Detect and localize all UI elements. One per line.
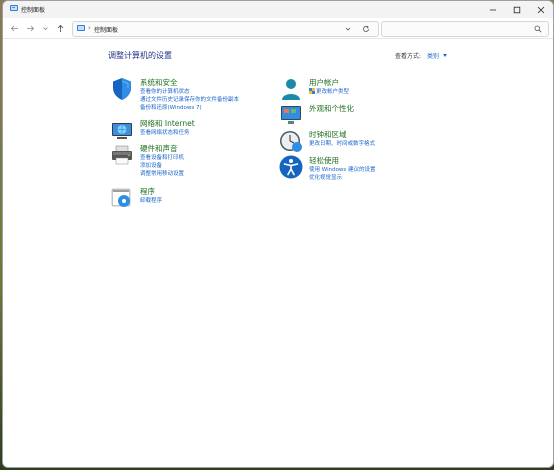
category-link[interactable]: 通过文件历史记录保存你的文件备份副本 [140, 95, 239, 103]
title-bar: 控制面板 [3, 1, 553, 18]
forward-button[interactable] [25, 23, 35, 33]
category-title[interactable]: 外观和个性化 [309, 103, 354, 114]
clock-icon[interactable] [279, 129, 303, 153]
monitor-icon[interactable] [279, 103, 303, 127]
search-icon [534, 25, 542, 33]
view-by-label: 查看方式: [395, 53, 422, 60]
arrow-left-icon [10, 25, 18, 31]
uac-shield-icon [309, 88, 315, 94]
category-link[interactable]: 更改帐户类型 [309, 87, 349, 95]
breadcrumb-separator: › [88, 24, 91, 32]
shield-icon[interactable] [110, 77, 134, 101]
refresh-icon[interactable] [362, 25, 370, 33]
page-title: 调整计算机的设置 [108, 51, 172, 60]
search-box[interactable] [381, 21, 549, 37]
main-content: 调整计算机的设置 查看方式: 类别 系统和安全 查看你的计算机状态 通过文件历史… [3, 39, 553, 467]
maximize-button[interactable] [505, 1, 529, 18]
category-link[interactable]: 优化视觉显示 [309, 173, 342, 181]
chevron-down-icon[interactable] [344, 25, 352, 33]
back-button[interactable] [9, 23, 19, 33]
category-link[interactable]: 查看设备和打印机 [140, 153, 184, 161]
minimize-button[interactable] [481, 1, 505, 18]
control-panel-icon [77, 25, 85, 31]
globe-network-icon[interactable] [110, 118, 134, 142]
category-link[interactable]: 卸载程序 [140, 196, 162, 204]
category-link[interactable]: 调整常用移动设置 [140, 169, 184, 177]
view-by-dropdown[interactable]: 类别 [427, 53, 439, 60]
minimize-icon [490, 9, 496, 10]
category-link[interactable]: 使用 Windows 建议的设置 [309, 165, 376, 173]
category-link[interactable]: 查看网络状态和任务 [140, 128, 190, 136]
close-icon [537, 6, 545, 13]
category-link[interactable]: 查看你的计算机状态 [140, 87, 190, 95]
arrow-right-icon [26, 25, 34, 31]
user-icon[interactable] [279, 77, 303, 101]
navigation-bar: › 控制面板 [3, 18, 553, 39]
control-panel-window: 控制面板 › 控制面板 调整计算机的设置 查看方式: 类别 系统和安全 查看你的… [2, 0, 554, 468]
programs-icon[interactable] [110, 186, 134, 210]
recent-locations-button[interactable] [40, 23, 50, 33]
category-link-label[interactable]: 更改帐户类型 [316, 89, 349, 95]
chevron-down-icon [42, 26, 48, 30]
up-button[interactable] [55, 23, 65, 33]
category-link[interactable]: 添加设备 [140, 161, 162, 169]
category-link[interactable]: 备份和还原(Windows 7) [140, 103, 202, 111]
maximize-icon [513, 6, 521, 13]
printer-icon[interactable] [110, 143, 134, 167]
caret-down-icon[interactable] [442, 54, 447, 57]
category-link[interactable]: 更改日期、时间或数字格式 [309, 139, 375, 147]
breadcrumb[interactable]: 控制面板 [94, 25, 118, 34]
address-bar[interactable]: › 控制面板 [72, 21, 379, 37]
close-button[interactable] [529, 1, 553, 18]
accessibility-icon[interactable] [279, 155, 303, 179]
view-by: 查看方式: 类别 [395, 51, 447, 60]
control-panel-icon [10, 5, 18, 11]
window-title: 控制面板 [21, 7, 46, 14]
arrow-up-icon [57, 24, 63, 32]
